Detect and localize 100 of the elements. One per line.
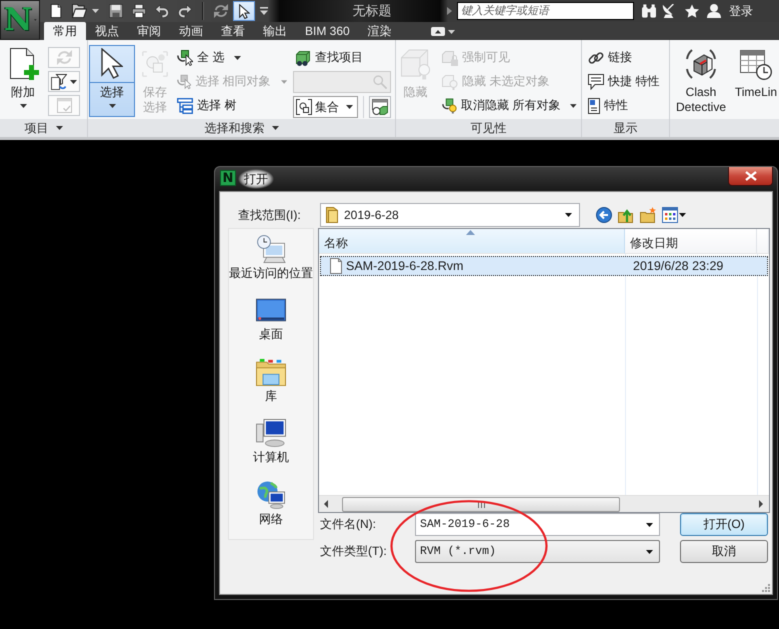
scroll-left-icon[interactable] <box>324 500 328 508</box>
resize-grip-icon[interactable] <box>762 584 770 592</box>
printer-icon <box>132 4 146 18</box>
ribbon-tab[interactable]: 输出 <box>254 22 296 40</box>
place-item[interactable]: 最近访问的位置 <box>229 232 313 294</box>
place-item[interactable]: 网络 <box>229 478 313 540</box>
open-button[interactable]: 打开(O) <box>680 513 768 536</box>
find-items-button[interactable]: 查找项目 <box>293 47 395 68</box>
file-name-field[interactable]: SAM-2019-6-28 <box>415 513 660 536</box>
shapes-icon <box>142 48 168 80</box>
selection-tree-button[interactable]: 选择 树 <box>175 95 289 116</box>
properties-window-icon <box>588 98 600 114</box>
recent-places-icon <box>256 235 286 263</box>
scrollbar-thumb[interactable] <box>342 496 620 512</box>
unhide-all-button[interactable]: 取消隐藏 所有对象 <box>440 95 579 116</box>
undo-icon <box>155 4 169 18</box>
up-folder-icon[interactable] <box>618 207 634 223</box>
close-icon <box>744 171 756 181</box>
save-icon <box>109 4 123 18</box>
view-menu-icon[interactable] <box>662 207 678 223</box>
expand-arrow-icon[interactable] <box>447 7 452 15</box>
caret-icon <box>108 104 116 108</box>
cube-lock-icon <box>442 50 458 66</box>
file-row[interactable]: SAM-2019-6-28.Rvm 2019/6/28 23:29 <box>320 256 768 276</box>
file-name: SAM-2019-6-28.Rvm <box>346 258 464 274</box>
caret-icon <box>56 126 62 130</box>
place-item[interactable]: 桌面 <box>229 293 313 355</box>
clash-detective-button[interactable]: Clash Detective <box>672 45 730 118</box>
user-icon[interactable] <box>707 4 721 18</box>
ribbon-tab[interactable]: 审阅 <box>128 22 170 40</box>
panel-title-button[interactable]: 选择和搜索 <box>202 120 280 136</box>
sets-combo[interactable]: 集合 <box>293 96 358 118</box>
file-type-field[interactable]: RVM (*.rvm) <box>415 540 660 563</box>
clash-cube-icon <box>685 48 717 80</box>
ribbon-tab[interactable]: 常用 <box>44 22 86 40</box>
append-button[interactable]: 附加 <box>3 45 43 117</box>
horizontal-scrollbar[interactable] <box>319 495 769 512</box>
look-in-combo[interactable]: 2019-6-28 <box>320 203 580 227</box>
star-icon[interactable] <box>685 4 699 18</box>
caret-icon <box>346 105 353 109</box>
cube-bulb-icon <box>442 74 458 90</box>
new-folder-icon[interactable] <box>640 207 656 223</box>
panel-title-button[interactable]: 项目 <box>22 120 64 136</box>
caret-icon[interactable] <box>92 9 99 13</box>
caret-icon <box>565 213 572 217</box>
open-folder-icon <box>72 4 86 18</box>
properties-button[interactable]: 特性 <box>586 95 668 116</box>
select-all-button[interactable]: 全 选 <box>175 47 289 68</box>
computer-icon <box>256 419 286 448</box>
caret-icon[interactable] <box>448 30 455 34</box>
search-field[interactable]: 键入关键字或短语 <box>457 2 634 20</box>
column-header[interactable]: 修改日期 <box>625 229 757 254</box>
ribbon-tab[interactable]: BIM 360 <box>296 22 359 40</box>
timeliner-button[interactable]: TimeLin <box>733 45 779 117</box>
binoculars-icon[interactable] <box>642 4 656 18</box>
tree-icon <box>177 98 193 114</box>
close-button[interactable] <box>728 167 773 186</box>
cube-cursor-icon <box>177 50 193 66</box>
cube-cursor-icon <box>177 74 192 90</box>
ribbon-tab[interactable]: 动画 <box>170 22 212 40</box>
back-icon[interactable] <box>596 207 612 223</box>
ribbon-tab[interactable]: 渲染 <box>358 22 401 40</box>
panel-toggle-icon[interactable] <box>430 27 445 36</box>
customize-icon[interactable] <box>260 7 268 15</box>
window-check-icon <box>56 98 72 113</box>
library-folder-icon <box>256 358 286 386</box>
scroll-right-icon[interactable] <box>759 500 763 508</box>
place-item[interactable]: 计算机 <box>229 416 313 478</box>
ribbon-tab[interactable]: 视点 <box>86 22 128 40</box>
pointer-icon <box>238 4 250 18</box>
panel-title: 可见性 <box>470 120 508 136</box>
search-icon <box>373 75 387 89</box>
selection-filter-button[interactable] <box>48 71 80 92</box>
ribbon-tab[interactable]: 查看 <box>212 22 254 40</box>
place-item[interactable]: 库 <box>229 354 313 416</box>
select-button[interactable]: 选择 <box>89 45 135 117</box>
filter-icon <box>51 74 67 90</box>
links-button[interactable]: 链接 <box>586 47 668 68</box>
caret-icon <box>234 56 242 60</box>
quick-properties-button[interactable]: 快捷 特性 <box>586 71 668 92</box>
window-title: 无标题 <box>352 3 392 18</box>
caret-icon[interactable] <box>679 213 686 217</box>
caret-icon <box>20 104 26 108</box>
file-name-label: 文件名(N): <box>319 517 377 532</box>
pointer-icon <box>101 48 123 79</box>
refresh-icon <box>56 50 72 65</box>
satellite-dish-icon[interactable] <box>662 4 676 18</box>
cancel-button[interactable]: 取消 <box>680 540 768 563</box>
speech-bubble-icon <box>588 74 604 90</box>
document-plus-icon <box>7 48 39 80</box>
new-file-icon <box>49 4 63 18</box>
globe-monitor-icon <box>256 480 286 509</box>
caret-icon <box>70 80 77 84</box>
folder-icon <box>326 207 338 223</box>
calendar-clock-icon <box>740 48 772 80</box>
column-header[interactable]: 名称 <box>319 229 625 254</box>
sign-in-link[interactable]: 登录 <box>729 4 753 18</box>
manage-sets-button[interactable] <box>369 96 391 118</box>
caret-icon <box>280 80 287 84</box>
pointer-button[interactable] <box>233 1 255 21</box>
